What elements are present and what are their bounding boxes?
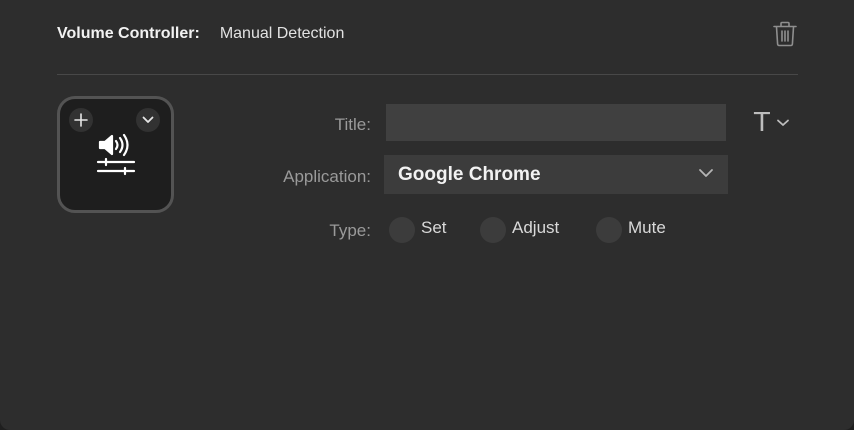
- radio-label: Mute: [628, 218, 666, 237]
- action-name-label: Volume Controller:: [57, 25, 200, 42]
- type-radio-set[interactable]: Set: [389, 217, 447, 243]
- add-state-button[interactable]: [69, 108, 93, 132]
- radio-circle[interactable]: [389, 217, 415, 243]
- radio-circle[interactable]: [596, 217, 622, 243]
- chevron-down-icon: [776, 119, 789, 126]
- type-radio-adjust[interactable]: Adjust: [480, 217, 559, 243]
- radio-label: Adjust: [512, 218, 560, 237]
- trash-icon: [773, 21, 797, 47]
- type-radio-mute[interactable]: Mute: [596, 217, 666, 243]
- volume-slider-icon: [96, 133, 136, 176]
- key-preview[interactable]: [57, 96, 174, 213]
- application-selected-value: Google Chrome: [398, 163, 541, 185]
- application-label: Application:: [283, 167, 371, 186]
- application-select[interactable]: Google Chrome: [384, 155, 728, 194]
- detection-mode-value: Manual Detection: [219, 25, 345, 42]
- font-settings-button[interactable]: T: [754, 108, 800, 138]
- header: Volume Controller: Manual Detection: [57, 22, 344, 46]
- volume-controller-panel: Volume Controller: Manual Detection Titl…: [0, 0, 854, 430]
- chevron-down-icon: [699, 169, 713, 177]
- text-format-icon: T: [754, 108, 770, 138]
- plus-icon: [74, 113, 88, 127]
- chevron-down-icon: [142, 116, 154, 123]
- radio-label: Set: [421, 218, 447, 237]
- header-divider: [57, 74, 798, 75]
- radio-circle[interactable]: [480, 217, 506, 243]
- key-menu-button[interactable]: [136, 108, 160, 132]
- title-input[interactable]: [386, 104, 726, 141]
- delete-button[interactable]: [772, 20, 798, 48]
- type-label: Type:: [329, 221, 371, 240]
- title-label: Title:: [334, 115, 371, 134]
